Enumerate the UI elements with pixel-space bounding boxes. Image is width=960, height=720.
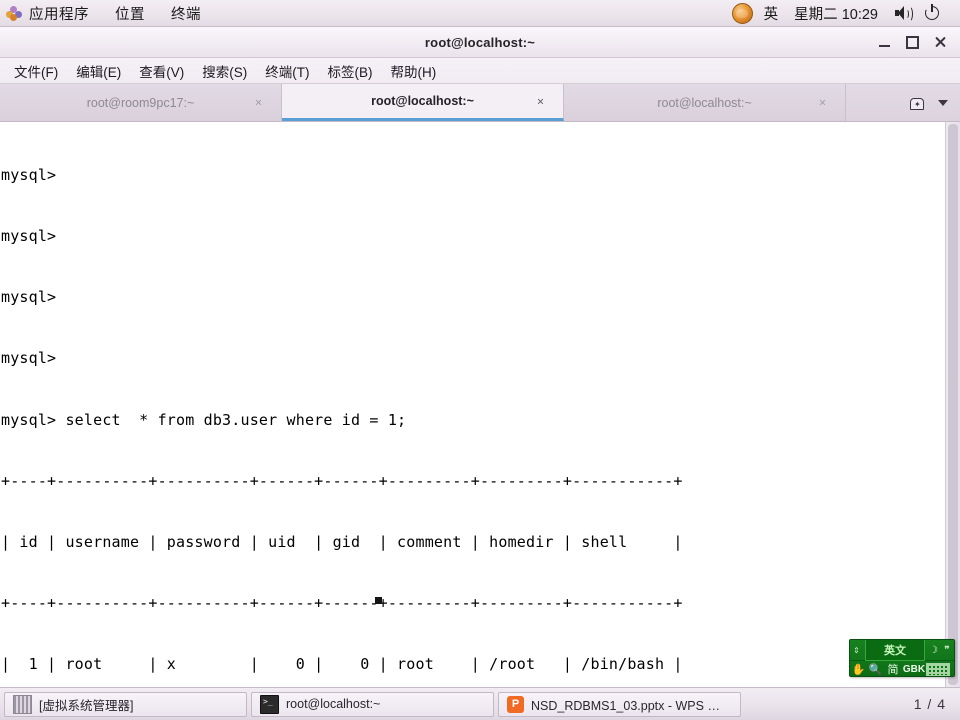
power-icon[interactable] <box>923 4 941 22</box>
window-title: root@localhost:~ <box>424 34 536 50</box>
ime-bottom-row: ✋ 🔍 简 GBK <box>850 661 954 676</box>
taskbar-item-label: root@localhost:~ <box>286 697 381 711</box>
virt-manager-icon <box>13 694 32 714</box>
panel-language-label[interactable]: 英 <box>764 3 779 24</box>
terminal-line: +----+----------+----------+------+-----… <box>1 594 683 613</box>
maximize-button[interactable] <box>898 29 926 55</box>
taskbar-item-terminal[interactable]: root@localhost:~ <box>251 691 494 717</box>
taskbar-item-virt-manager[interactable]: [虚拟系统管理器] <box>4 691 247 717</box>
terminal-body[interactable]: mysql> mysql> mysql> mysql> mysql> selec… <box>0 122 960 687</box>
close-button[interactable] <box>926 29 954 55</box>
taskbar-item-label: NSD_RDBMS1_03.pptx - WPS 演示 <box>531 698 732 713</box>
terminal-tabbar: root@room9pc17:~ × root@localhost:~ × ro… <box>0 84 960 122</box>
gnome-top-panel: 应用程序 位置 终端 英 星期二 10:29 <box>0 0 960 27</box>
workspace-indicator[interactable]: 1 / 4 <box>914 696 946 712</box>
terminal-line: | id | username | password | uid | gid |… <box>1 533 683 552</box>
hand-icon[interactable]: ✋ <box>850 661 867 676</box>
terminal-line: | 1 | root | x | 0 | 0 | root | /root | … <box>1 655 683 674</box>
terminal-line: mysql> select * from db3.user where id =… <box>1 410 407 429</box>
menu-applications[interactable]: 应用程序 <box>29 3 89 24</box>
terminal-line: +----+----------+----------+------+-----… <box>1 471 683 490</box>
window-titlebar: root@localhost:~ <box>0 27 960 58</box>
taskbar: [虚拟系统管理器] root@localhost:~ NSD_RDBMS1_03… <box>0 687 960 720</box>
terminal-output[interactable]: mysql> mysql> mysql> mysql> mysql> selec… <box>0 122 945 687</box>
minimize-button[interactable] <box>870 29 898 55</box>
tab-label: root@localhost:~ <box>657 95 752 110</box>
taskbar-item-label: [虚拟系统管理器] <box>39 698 134 713</box>
terminal-line: mysql> <box>1 165 57 184</box>
keyboard-icon[interactable] <box>926 662 950 676</box>
up-down-arrow-icon[interactable]: ⇕ <box>850 640 863 660</box>
window-controls <box>870 27 954 57</box>
terminal-window: root@localhost:~ 文件(F) 编辑(E) 查看(V) 搜索(S)… <box>0 27 960 687</box>
menu-view[interactable]: 查看(V) <box>130 59 193 83</box>
terminal-scrollbar[interactable] <box>945 122 960 687</box>
taskbar-item-wps[interactable]: NSD_RDBMS1_03.pptx - WPS 演示 <box>498 691 741 717</box>
terminal-icon <box>260 694 279 714</box>
tabbar-controls: ✦ <box>908 84 960 121</box>
desktop-screen: 应用程序 位置 终端 英 星期二 10:29 root@localhost:~ <box>0 0 960 720</box>
moon-icon[interactable]: ☽ <box>927 640 940 660</box>
volume-icon[interactable] <box>894 4 913 22</box>
new-tab-icon[interactable]: ✦ <box>908 94 926 112</box>
menu-help[interactable]: 帮助(H) <box>382 59 446 83</box>
panel-status-area: 英 星期二 10:29 <box>731 2 952 24</box>
tab-label: root@localhost:~ <box>371 94 474 108</box>
menu-file[interactable]: 文件(F) <box>5 59 67 83</box>
terminal-line: mysql> <box>1 288 57 307</box>
quote-icon[interactable]: ❞ <box>940 640 954 660</box>
ime-encoding-label[interactable]: GBK <box>902 661 926 676</box>
menu-terminal[interactable]: 终端(T) <box>256 59 318 83</box>
menu-terminal[interactable]: 终端 <box>171 3 201 24</box>
scrollbar-thumb[interactable] <box>948 124 958 685</box>
wps-presentation-icon <box>507 695 524 713</box>
menu-places[interactable]: 位置 <box>115 3 145 24</box>
tab-root-localhost-active[interactable]: root@localhost:~ × <box>282 84 564 121</box>
search-icon[interactable]: 🔍 <box>867 661 884 676</box>
ime-top-row: ⇕ 英文 ☽ ❞ <box>850 640 954 661</box>
ime-globe-icon[interactable] <box>731 2 753 24</box>
tab-root-localhost-2[interactable]: root@localhost:~ × <box>564 84 846 121</box>
menu-search[interactable]: 搜索(S) <box>193 59 256 83</box>
tab-close-icon[interactable]: × <box>252 96 265 110</box>
terminal-menubar: 文件(F) 编辑(E) 查看(V) 搜索(S) 终端(T) 标签(B) 帮助(H… <box>0 58 960 84</box>
terminal-line: mysql> <box>1 349 57 368</box>
tab-root-room9pc17[interactable]: root@room9pc17:~ × <box>0 84 282 121</box>
terminal-line: mysql> <box>1 227 57 246</box>
applications-icon[interactable] <box>6 5 22 21</box>
menu-edit[interactable]: 编辑(E) <box>67 59 130 83</box>
chevron-down-icon[interactable] <box>938 99 948 106</box>
panel-clock[interactable]: 星期二 10:29 <box>794 3 878 24</box>
ime-mode-button[interactable]: 英文 <box>865 640 925 661</box>
pointer-artifact <box>375 597 382 604</box>
tab-close-icon[interactable]: × <box>816 96 829 110</box>
tab-close-icon[interactable]: × <box>534 94 547 108</box>
ime-shape-button[interactable]: 简 <box>884 661 902 676</box>
ime-status-panel[interactable]: ⇕ 英文 ☽ ❞ ✋ 🔍 简 GBK <box>849 639 955 677</box>
tab-label: root@room9pc17:~ <box>86 95 195 110</box>
menu-tabs[interactable]: 标签(B) <box>319 59 382 83</box>
